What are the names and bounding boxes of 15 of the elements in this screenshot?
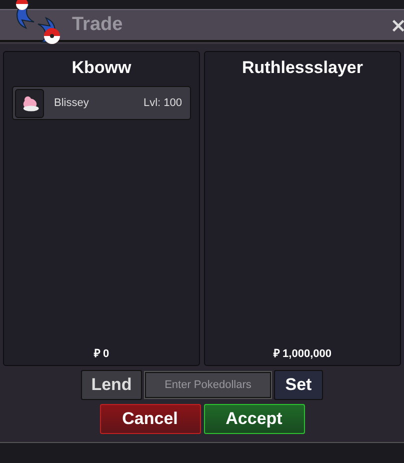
close-button[interactable]: ×	[390, 15, 404, 35]
set-button[interactable]: Set	[274, 370, 323, 400]
pokemon-slot[interactable]: Blissey Lvl: 100	[12, 86, 191, 120]
trainer-name: Kboww	[72, 57, 132, 79]
trainer-name: Ruthlessslayer	[242, 57, 363, 79]
window-title: Trade	[72, 14, 123, 36]
amount-field[interactable]: Enter Pokedollars	[145, 372, 271, 398]
pokemon-level: Lvl: 100	[143, 97, 182, 109]
lend-button[interactable]: Lend	[81, 370, 142, 400]
pokemon-icon	[15, 88, 44, 118]
accept-button[interactable]: Accept	[204, 404, 304, 434]
money-amount: ₽ 0	[94, 347, 110, 360]
pokemon-name: Blissey	[54, 97, 90, 109]
money-amount: ₽ 1,000,000	[274, 347, 332, 360]
cancel-button[interactable]: Cancel	[100, 404, 200, 434]
